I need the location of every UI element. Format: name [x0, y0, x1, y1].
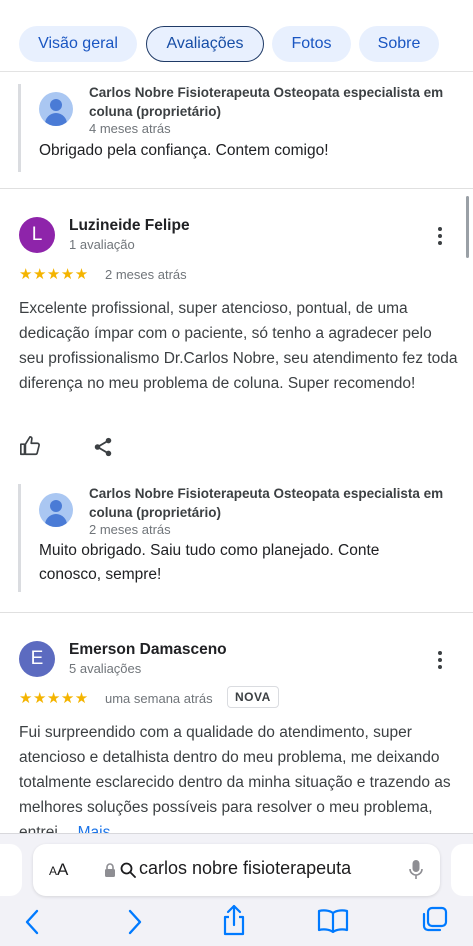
more-link[interactable]: Mais — [78, 824, 111, 833]
next-tab-preview[interactable] — [451, 844, 473, 896]
reply-text: Obrigado pela confiança. Contem comigo! — [39, 142, 329, 159]
lock-icon — [105, 863, 115, 877]
tab-about[interactable]: Sobre — [359, 26, 439, 62]
owner-reply — [18, 484, 39, 592]
previous-tab-preview[interactable] — [0, 844, 22, 896]
section-tabs: Visão geral Avaliações Fotos Sobre — [0, 0, 473, 72]
forward-icon[interactable] — [127, 908, 143, 936]
review-text: Excelente profissional, super atencioso,… — [19, 300, 458, 392]
rating-stars: ★★★★★ — [19, 690, 89, 707]
tab-reviews[interactable]: Avaliações — [146, 26, 264, 62]
owner-name: Carlos Nobre Fisioterapeuta Osteopata es… — [89, 85, 444, 119]
owner-avatar — [39, 493, 73, 527]
reply-time: 4 meses atrás — [89, 121, 171, 136]
tabs-icon[interactable] — [420, 906, 448, 934]
review-text-body: Fui surpreendido com a qualidade do aten… — [19, 724, 451, 833]
rating-stars: ★★★★★ — [19, 266, 89, 283]
reply-time: 2 meses atrás — [89, 522, 171, 537]
more-options-icon[interactable] — [436, 225, 444, 247]
review-date: uma semana atrás — [105, 691, 213, 706]
browser-toolbar: AA carlos nobre fisioterapeuta — [0, 833, 473, 946]
divider — [0, 188, 473, 189]
owner-name: Carlos Nobre Fisioterapeuta Osteopata es… — [89, 486, 444, 520]
back-icon[interactable] — [24, 908, 40, 936]
scrollbar[interactable] — [466, 196, 469, 258]
bookmarks-icon[interactable] — [317, 908, 349, 934]
microphone-icon[interactable] — [409, 859, 423, 881]
tab-photos[interactable]: Fotos — [272, 26, 351, 62]
tab-overview[interactable]: Visão geral — [19, 26, 137, 62]
owner-avatar — [39, 92, 73, 126]
review-author[interactable]: Emerson Damasceno — [69, 641, 227, 659]
avatar[interactable]: L — [19, 217, 55, 253]
share-icon[interactable] — [92, 436, 114, 463]
divider — [0, 612, 473, 613]
share-icon[interactable] — [221, 904, 247, 936]
address-bar[interactable]: AA carlos nobre fisioterapeuta — [33, 844, 440, 896]
reader-options-button[interactable]: AA — [49, 860, 68, 880]
avatar[interactable]: E — [19, 641, 55, 677]
review-author[interactable]: Luzineide Felipe — [69, 217, 190, 235]
review-text: Fui surpreendido com a qualidade do aten… — [19, 720, 459, 833]
more-options-icon[interactable] — [436, 649, 444, 671]
reply-text: Muito obrigado. Saiu tudo como planejado… — [39, 542, 380, 583]
review-author-meta: 5 avaliações — [69, 661, 142, 676]
review-date: 2 meses atrás — [105, 267, 187, 282]
search-icon — [120, 862, 136, 878]
like-icon[interactable] — [19, 435, 41, 462]
url-text[interactable]: carlos nobre fisioterapeuta — [139, 858, 351, 879]
review-author-meta: 1 avaliação — [69, 237, 135, 252]
new-badge: NOVA — [227, 686, 279, 708]
owner-reply — [18, 84, 39, 172]
